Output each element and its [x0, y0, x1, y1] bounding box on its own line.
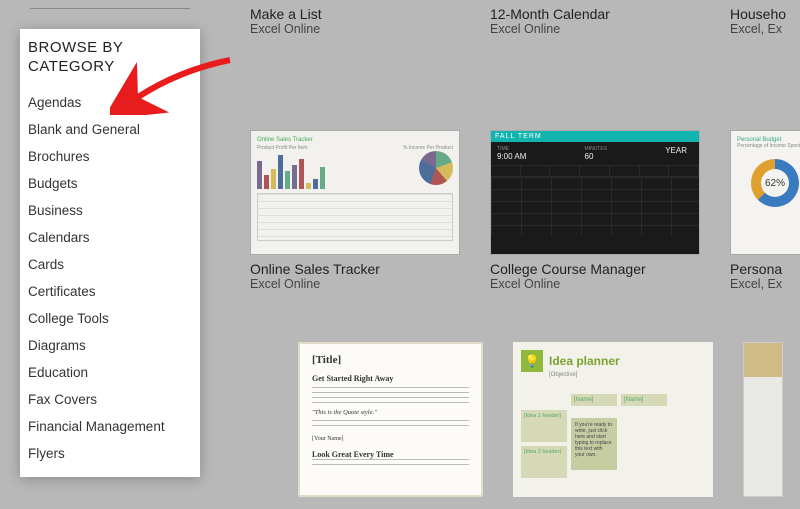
pie-chart-icon	[419, 151, 453, 185]
sidebar-heading: BROWSE BY CATEGORY	[28, 39, 192, 77]
category-diagrams[interactable]: Diagrams	[28, 332, 192, 359]
template-thumb: Personal Budget Percentage of Income Spe…	[730, 130, 800, 255]
category-fax-covers[interactable]: Fax Covers	[28, 386, 192, 413]
template-card-online-sales-tracker[interactable]: Online Sales Tracker Product Profit Per …	[250, 130, 460, 291]
template-card-personal-budget[interactable]: Personal Budget Percentage of Income Spe…	[730, 130, 800, 291]
thumb-byline: [Your Name]	[312, 436, 469, 442]
thumb-text-lines	[312, 387, 469, 403]
template-row: Make a List Excel Online 12-Month Calend…	[250, 0, 800, 36]
template-sub: Excel Online	[250, 22, 460, 36]
category-college-tools[interactable]: College Tools	[28, 305, 192, 332]
thumb-table	[257, 193, 453, 241]
thumb-time: 9:00 AM	[497, 152, 526, 161]
template-card-partial[interactable]	[743, 342, 783, 497]
thumb-day-header	[491, 166, 699, 177]
template-row: [Title] Get Started Right Away "This is …	[298, 342, 783, 497]
thumb-grid	[491, 177, 699, 235]
thumb-year: YEAR	[665, 146, 693, 161]
template-card-idea-planner[interactable]: 💡 Idea planner [Objective] [Idea 1 heade…	[513, 342, 713, 497]
template-card-title-doc[interactable]: [Title] Get Started Right Away "This is …	[298, 342, 483, 497]
template-card-make-a-list[interactable]: Make a List Excel Online	[250, 0, 460, 36]
template-card-household[interactable]: Househo Excel, Ex	[730, 0, 800, 36]
category-list: Agendas Blank and General Brochures Budg…	[28, 89, 192, 467]
category-calendars[interactable]: Calendars	[28, 224, 192, 251]
thumb-minutes: 60	[585, 152, 608, 161]
category-agendas[interactable]: Agendas	[28, 89, 192, 116]
thumb-text-lines	[312, 420, 469, 430]
template-title: Make a List	[250, 6, 460, 22]
template-gallery: Make a List Excel Online 12-Month Calend…	[230, 0, 800, 509]
thumb-heading: Look Great Every Time	[312, 450, 469, 459]
thumb-cell: [Idea 2 header]	[521, 446, 567, 478]
template-title: College Course Manager	[490, 261, 700, 277]
thumb-text-lines	[312, 459, 469, 467]
template-title: 12-Month Calendar	[490, 6, 700, 22]
thumb-cell: [Idea 1 header]	[521, 410, 567, 442]
thumb-sub: [Objective]	[549, 372, 705, 378]
thumb-term-label: FALL TERM	[491, 131, 699, 142]
thumb-percent: 62%	[751, 159, 799, 207]
category-budgets[interactable]: Budgets	[28, 170, 192, 197]
thumb-title: Idea planner	[549, 354, 620, 368]
category-flyers[interactable]: Flyers	[28, 440, 192, 467]
thumb-cell: [Name]	[571, 394, 617, 406]
category-education[interactable]: Education	[28, 359, 192, 386]
template-title: Persona	[730, 261, 800, 277]
template-card-college-course-manager[interactable]: FALL TERM TIME 9:00 AM MINUTES 60 YEAR	[490, 130, 700, 291]
template-sub: Excel Online	[490, 22, 700, 36]
template-sub: Excel Online	[490, 277, 700, 291]
template-title: Online Sales Tracker	[250, 261, 460, 277]
thumb-label: Percentage of Income Spent	[737, 143, 800, 149]
lightbulb-icon: 💡	[521, 350, 543, 372]
category-financial-management[interactable]: Financial Management	[28, 413, 192, 440]
template-sub: Excel Online	[250, 277, 460, 291]
thumb-note: If you're ready to write, just click her…	[571, 418, 617, 470]
thumb-title: [Title]	[312, 354, 469, 366]
template-row: Online Sales Tracker Product Profit Per …	[250, 130, 800, 291]
sidebar-divider	[30, 8, 190, 9]
thumb-cell: [Name]	[621, 394, 667, 406]
donut-chart-icon: 62%	[751, 159, 799, 207]
thumb-quote: "This is the Quote style."	[312, 409, 469, 416]
sidebar-panel: BROWSE BY CATEGORY Agendas Blank and Gen…	[20, 29, 200, 477]
category-brochures[interactable]: Brochures	[28, 143, 192, 170]
template-thumb: Online Sales Tracker Product Profit Per …	[250, 130, 460, 255]
category-cards[interactable]: Cards	[28, 251, 192, 278]
template-thumb: FALL TERM TIME 9:00 AM MINUTES 60 YEAR	[490, 130, 700, 255]
thumb-heading: Online Sales Tracker	[257, 137, 453, 143]
category-certificates[interactable]: Certificates	[28, 278, 192, 305]
template-sub: Excel, Ex	[730, 22, 800, 36]
category-business[interactable]: Business	[28, 197, 192, 224]
category-blank-and-general[interactable]: Blank and General	[28, 116, 192, 143]
template-title: Househo	[730, 6, 800, 22]
thumb-heading: Get Started Right Away	[312, 374, 469, 383]
thumb-header-strip	[744, 343, 782, 377]
sidebar: BROWSE BY CATEGORY Agendas Blank and Gen…	[20, 0, 200, 477]
template-card-12-month-calendar[interactable]: 12-Month Calendar Excel Online	[490, 0, 700, 36]
bar-chart-icon	[257, 151, 413, 189]
template-sub: Excel, Ex	[730, 277, 800, 291]
